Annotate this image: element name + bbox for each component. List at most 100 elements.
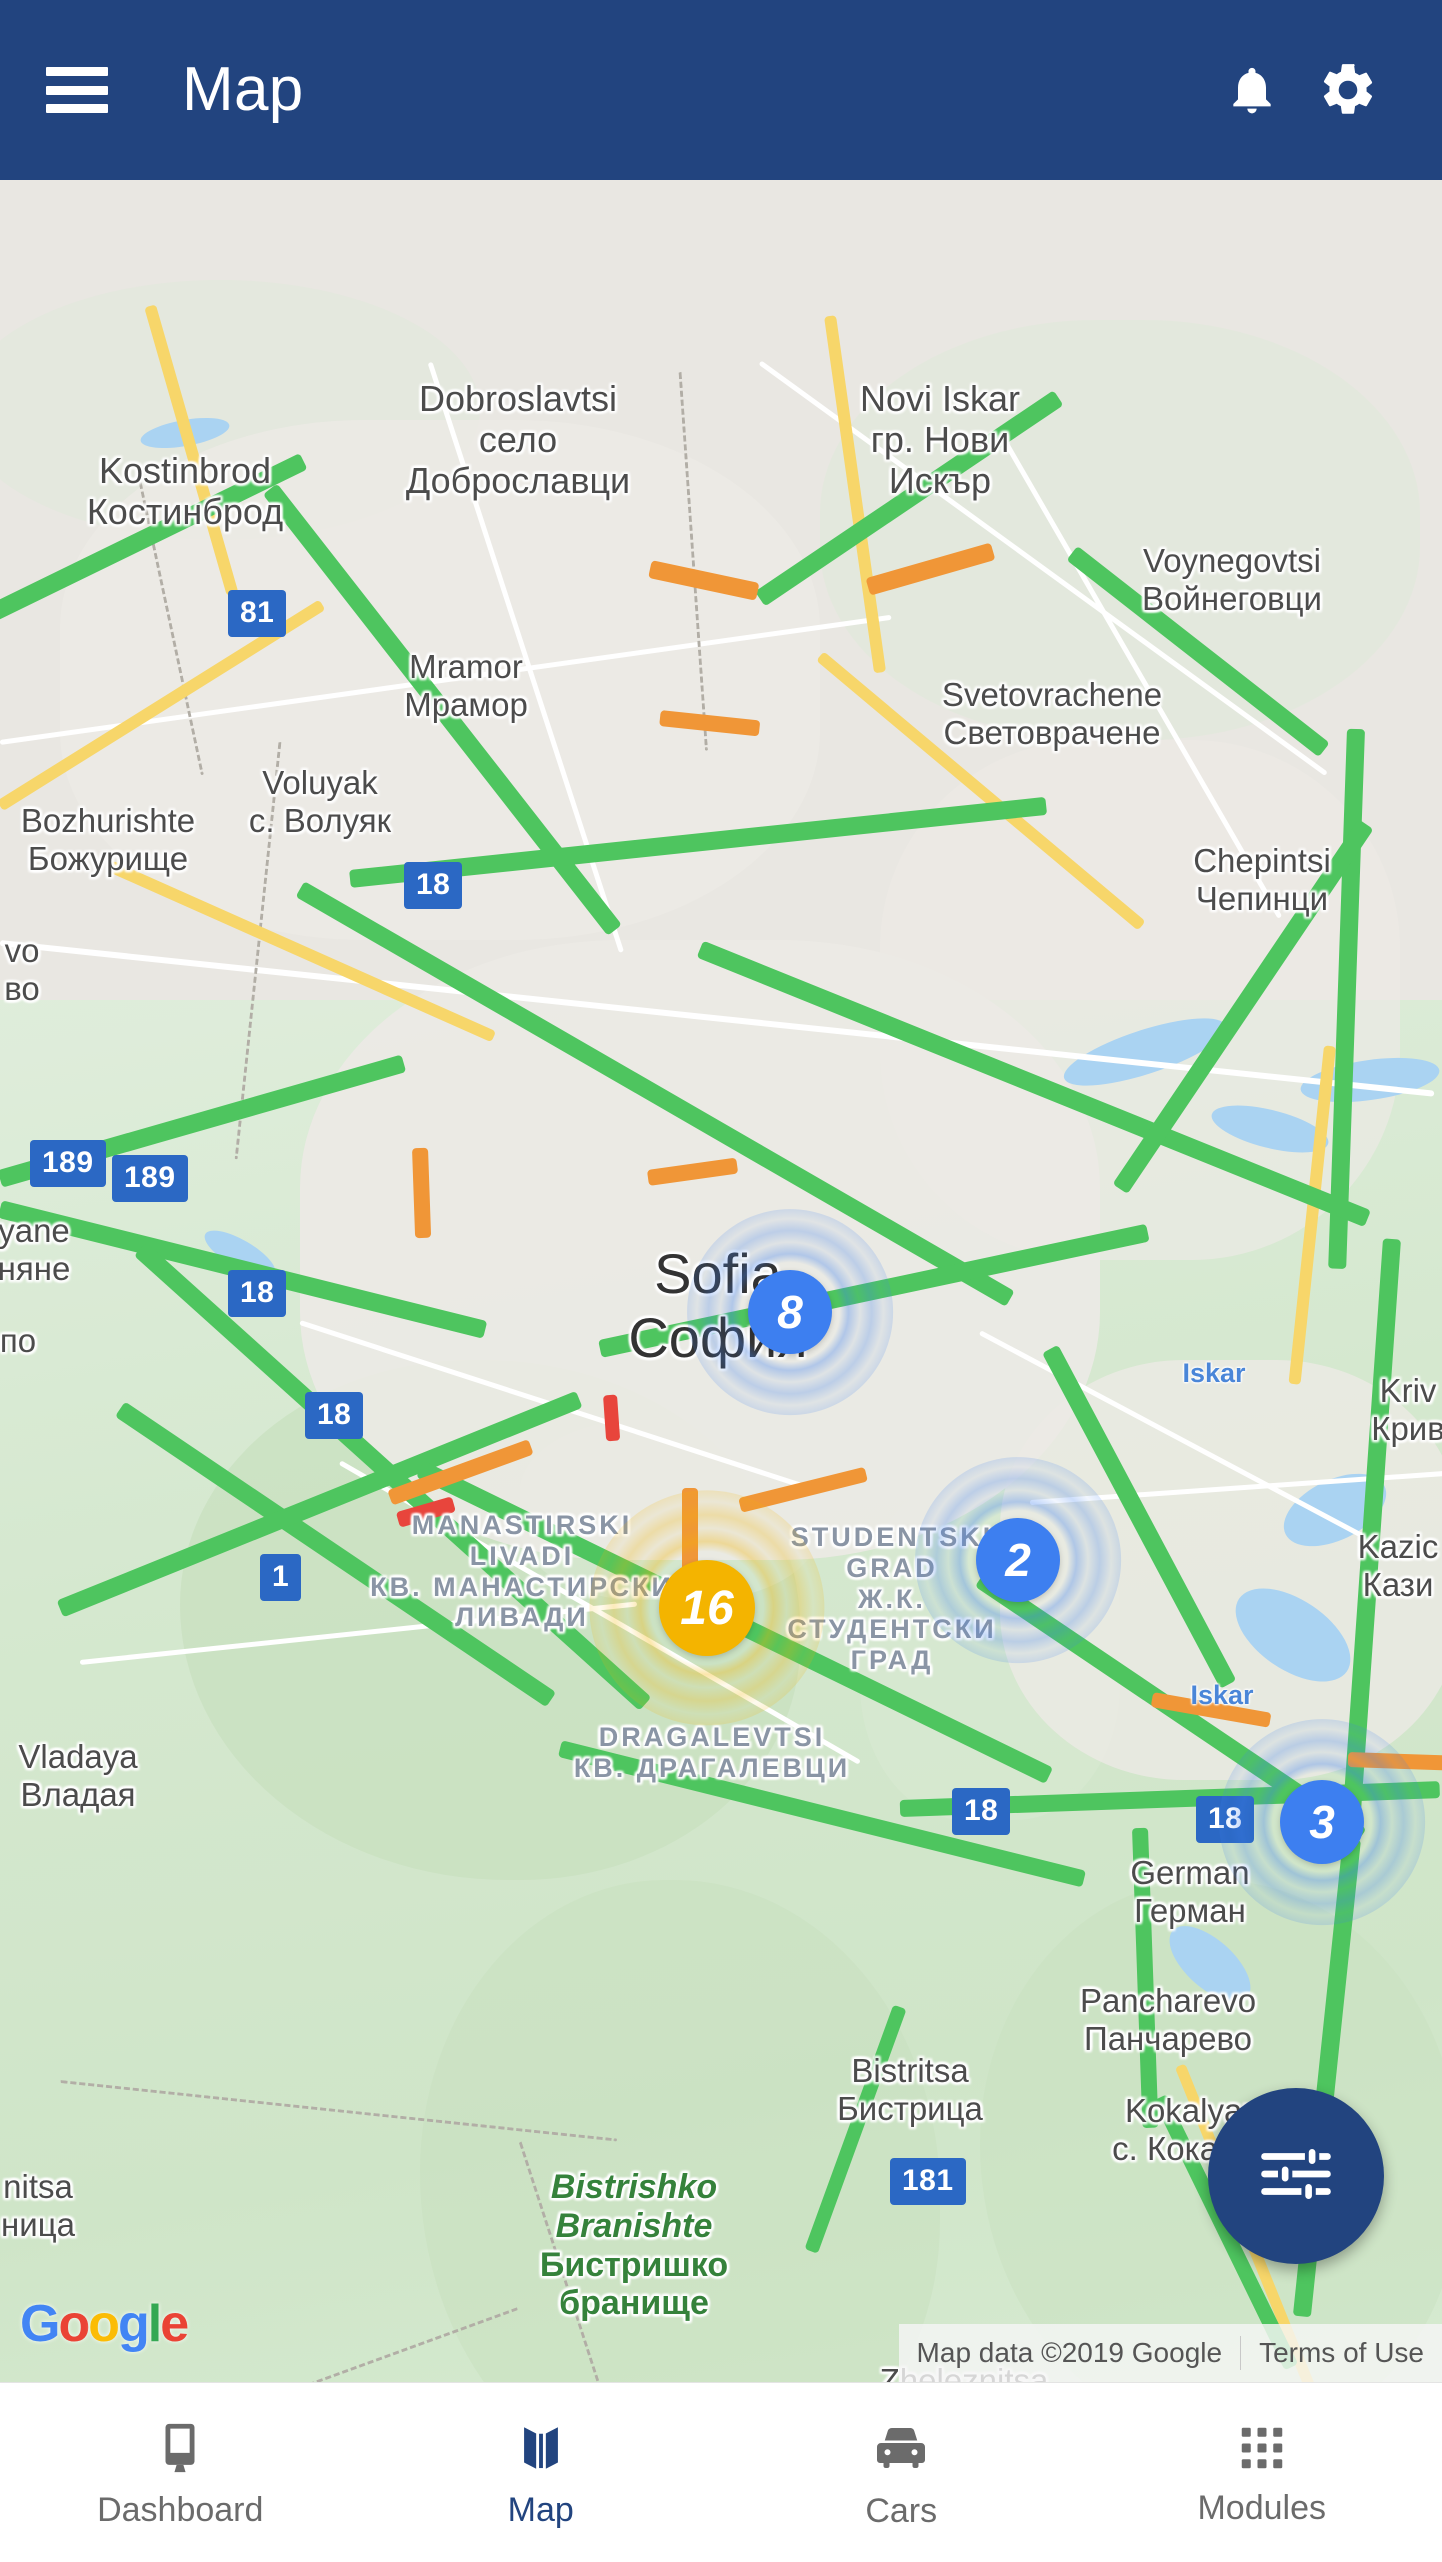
google-logo-letter: e (160, 2295, 189, 2353)
map-data-credit: Map data ©2019 Google (916, 2337, 1223, 2368)
road-shield: 1 (260, 1554, 302, 1601)
cluster-count-badge: 16 (659, 1560, 755, 1656)
map-cluster-marker[interactable]: 8 (687, 1209, 893, 1415)
tune-sliders-icon (1254, 2132, 1338, 2221)
cluster-count-badge: 8 (748, 1270, 832, 1354)
map-place-label: Pancharevo Панчарево (1080, 1982, 1256, 2057)
place-label-cyrillic: во (4, 969, 40, 1007)
road-shield: 189 (30, 1140, 106, 1187)
place-label-cyrillic: бранище (559, 2284, 709, 2323)
place-label-latin: Dobroslavtsi (418, 378, 618, 419)
place-label-latin: Kostinbrod (98, 450, 272, 491)
place-label-latin: yane (0, 1212, 70, 1249)
hamburger-line (46, 67, 108, 76)
notifications-button[interactable] (1204, 42, 1300, 138)
place-label-cyrillic: Герман (1134, 1891, 1246, 1929)
place-label-latin: Branishte (555, 2206, 713, 2245)
google-logo-letter: o (88, 2295, 120, 2353)
place-label-cyrillic: Доброславци (405, 460, 631, 502)
terms-of-use-link[interactable]: Terms of Use (1241, 2337, 1442, 2369)
settings-button[interactable] (1300, 42, 1396, 138)
map-filter-fab[interactable] (1208, 2088, 1384, 2264)
place-label-latin: Chepintsi (1193, 842, 1331, 879)
cluster-count-badge: 2 (976, 1518, 1060, 1602)
map-place-label: Chepintsi Чепинци (1193, 842, 1331, 917)
map-cluster-marker[interactable]: 3 (1219, 1719, 1425, 1925)
map-place-label: Iskar (1190, 1680, 1253, 1711)
place-label-latin: Voynegovtsi (1143, 542, 1321, 579)
car-front-icon (871, 2418, 931, 2478)
grid-apps-icon (1235, 2421, 1289, 2475)
place-label-cyrillic: Бистришко (539, 2245, 729, 2284)
google-logo: Google (20, 2294, 189, 2354)
google-logo-letter: G (20, 2295, 60, 2353)
map-attribution: Map data ©2019 Google Terms of Use (898, 2324, 1442, 2382)
nav-label-cars: Cars (865, 2491, 938, 2530)
place-label-cyrillic: Костинброд (86, 491, 284, 533)
map-place-label: Kriv Крив (1371, 1372, 1442, 1447)
place-label-latin: Bistrishko (550, 2168, 718, 2206)
place-label-cyrillic: Крив (1371, 1409, 1442, 1447)
place-label-cyrillic: Чепинци (1195, 879, 1329, 917)
place-label-cyrillic: Владая (20, 1775, 136, 1813)
road-shield: 18 (228, 1270, 287, 1317)
map-place-label: nitsa ница (1, 2168, 75, 2243)
place-label-cyrillic: Войнеговци (1142, 579, 1322, 617)
place-label-latin: Vladaya (18, 1738, 138, 1775)
place-label-latin: Kriv (1379, 1372, 1437, 1409)
hamburger-line (46, 85, 108, 95)
road-shield: 189 (112, 1155, 188, 1202)
map-place-label: Kazic Кази (1358, 1528, 1439, 1603)
map-cluster-marker[interactable]: 16 (589, 1490, 825, 1726)
place-label-cyrillic: гр. Нови (870, 419, 1010, 461)
map-cluster-marker[interactable]: 2 (915, 1457, 1121, 1663)
map-place-label: Bistritsa Бистрица (837, 2052, 983, 2127)
google-logo-letter: g (117, 2295, 150, 2353)
place-label-latin: Voluyak (262, 764, 378, 801)
bell-icon (1224, 60, 1280, 120)
nav-item-modules[interactable]: Modules (1082, 2383, 1442, 2562)
hamburger-menu-icon[interactable] (46, 67, 108, 113)
device-dashboard-icon (151, 2419, 209, 2477)
map-place-label: Iskar (1182, 1358, 1245, 1389)
map-viewport[interactable]: 8118189189181811818181 DobroslavtsiселоД… (0, 180, 1442, 2382)
road-shield: 181 (890, 2158, 966, 2205)
nav-label-modules: Modules (1197, 2488, 1326, 2527)
place-label-latin: vo (4, 932, 40, 969)
app-root: Map 81 18 189 189 18 18 1 18 181 Dobrosl… (0, 0, 1442, 2562)
map-place-label: Mramor Мрамор (404, 648, 528, 723)
map-place-label: Dobroslavtsi село Доброславци (406, 378, 630, 501)
bottom-navigation: Dashboard Map Cars Modules (0, 2382, 1442, 2562)
place-label-latin: Kazic (1357, 1528, 1439, 1565)
map-place-label: Voynegovtsi Войнеговци (1142, 542, 1322, 617)
google-logo-letter: o (58, 2295, 90, 2353)
place-label-cyrillic: Бистрица (837, 2089, 983, 2127)
road-shield: 18 (952, 1788, 1011, 1835)
place-label-cyrillic: ГРАД (850, 1645, 934, 1676)
place-label-latin: Svetovrachene (941, 676, 1163, 713)
place-label-cyrillic: Мрамор (404, 685, 528, 723)
place-label-cyrillic: Световрачене (943, 713, 1161, 751)
road-shield: 18 (305, 1392, 364, 1439)
place-label-latin: Novi Iskar (859, 378, 1021, 419)
place-label-cyrillic: ница (1, 2205, 75, 2243)
map-place-label: Svetovrachene Световрачене (942, 676, 1162, 751)
place-label-cyrillic: Искър (888, 460, 992, 502)
place-label-latin: Iskar (1182, 1358, 1246, 1388)
nav-label-map: Map (507, 2490, 574, 2529)
map-place-label: Bozhurishte Божурище (21, 802, 195, 877)
place-label-latin: nitsa (3, 2168, 73, 2205)
place-label-cyrillic: Божурище (27, 839, 189, 877)
map-place-label: yane няне (0, 1212, 70, 1287)
nav-item-dashboard[interactable]: Dashboard (0, 2383, 361, 2562)
nav-item-cars[interactable]: Cars (721, 2383, 1082, 2562)
nav-item-map[interactable]: Map (361, 2383, 722, 2562)
road-traffic-slow (412, 1147, 432, 1239)
map-canvas[interactable]: 8118189189181811818181 DobroslavtsiселоД… (0, 180, 1442, 2382)
place-label-cyrillic: Панчарево (1083, 2019, 1253, 2057)
app-bar: Map (0, 0, 1442, 180)
place-label-cyrillic: няне (0, 1249, 71, 1287)
map-place-label: Voluyak с. Волуяк (249, 764, 391, 839)
folded-map-icon (512, 2419, 570, 2477)
place-label-latin: DRAGALEVTSI (598, 1722, 826, 1752)
